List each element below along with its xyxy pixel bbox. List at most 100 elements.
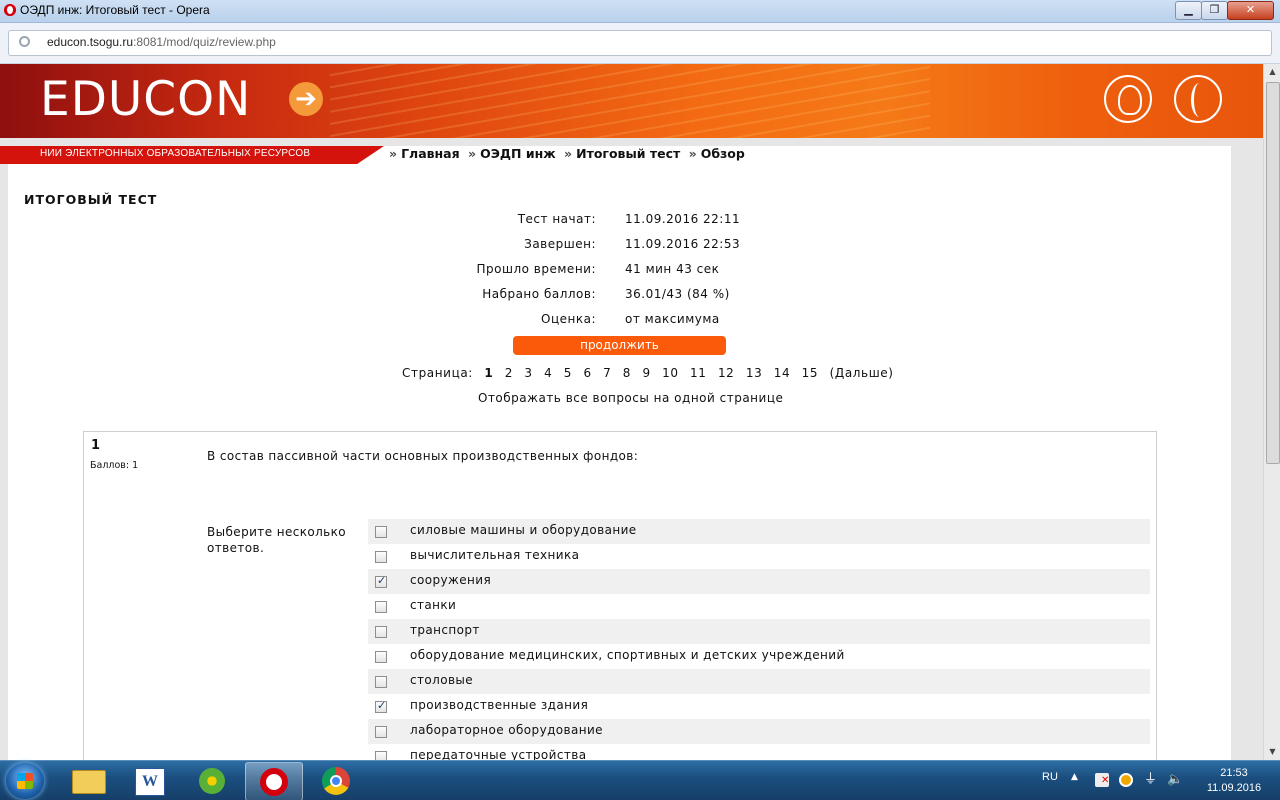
page-link[interactable]: 7 bbox=[603, 366, 611, 380]
summary-label: Набрано баллов: bbox=[482, 287, 596, 301]
answer-checkbox[interactable] bbox=[375, 726, 387, 738]
web-page: EDUCON ➔ НИИ ЭЛЕКТРОННЫХ ОБРАЗОВАТЕЛЬНЫХ… bbox=[0, 64, 1263, 760]
answer-option[interactable]: лабораторное оборудование bbox=[368, 719, 1150, 744]
page-link[interactable]: 10 bbox=[662, 366, 678, 380]
summary-value: 41 мин 43 сек bbox=[625, 262, 720, 276]
answer-option[interactable]: сооружения bbox=[368, 569, 1150, 594]
page-link[interactable]: 4 bbox=[544, 366, 552, 380]
globe-icon bbox=[19, 36, 30, 47]
answer-checkbox[interactable] bbox=[375, 676, 387, 688]
breadcrumb-separator: » bbox=[389, 146, 398, 161]
breadcrumb-course[interactable]: ОЭДП инж bbox=[480, 146, 556, 161]
scroll-up-arrow-icon[interactable]: ▲ bbox=[1264, 64, 1280, 80]
clock-date: 11.09.2016 bbox=[1206, 782, 1262, 794]
taskbar-icq[interactable] bbox=[183, 762, 239, 799]
page-link[interactable]: 13 bbox=[746, 366, 762, 380]
answer-checkbox[interactable] bbox=[375, 551, 387, 563]
answer-option[interactable]: станки bbox=[368, 594, 1150, 619]
page-link[interactable]: 2 bbox=[505, 366, 513, 380]
page-link[interactable]: 6 bbox=[583, 366, 591, 380]
summary-value: 36.01/43 (84 %) bbox=[625, 287, 730, 301]
answer-text: производственные здания bbox=[410, 698, 589, 712]
power-plug-icon[interactable]: ⏚ bbox=[1144, 773, 1158, 787]
answer-option[interactable]: передаточные устройства bbox=[368, 744, 1150, 760]
summary-label: Тест начат: bbox=[517, 212, 596, 226]
breadcrumb-separator: » bbox=[688, 146, 697, 161]
chrome-icon bbox=[322, 767, 350, 795]
system-clock[interactable]: 21:53 11.09.2016 bbox=[1200, 766, 1268, 796]
answer-checkbox[interactable] bbox=[375, 526, 387, 538]
summary-row-started: Тест начат: 11.09.2016 22:11 bbox=[0, 212, 1263, 228]
page-link[interactable]: 3 bbox=[524, 366, 532, 380]
clock-time: 21:53 bbox=[1220, 767, 1248, 779]
show-all-questions-link[interactable]: Отображать все вопросы на одной странице bbox=[478, 391, 783, 405]
breadcrumb-separator: » bbox=[468, 146, 477, 161]
answer-text: транспорт bbox=[410, 623, 480, 637]
action-center-flag-icon[interactable] bbox=[1095, 773, 1109, 787]
answer-checkbox[interactable] bbox=[375, 574, 387, 588]
answer-checkbox[interactable] bbox=[375, 626, 387, 638]
maximize-button[interactable]: ❐ bbox=[1201, 1, 1228, 20]
folder-icon bbox=[72, 770, 106, 794]
breadcrumb-review: Обзор bbox=[700, 146, 745, 161]
page-current: 1 bbox=[484, 366, 494, 380]
scroll-down-arrow-icon[interactable]: ▼ bbox=[1264, 744, 1280, 760]
banner-decoration bbox=[330, 64, 930, 138]
breadcrumb-quiz[interactable]: Итоговый тест bbox=[576, 146, 680, 161]
institute-name: НИИ ЭЛЕКТРОННЫХ ОБРАЗОВАТЕЛЬНЫХ РЕСУРСОВ bbox=[40, 148, 311, 159]
page-link[interactable]: 12 bbox=[718, 366, 734, 380]
answer-checkbox[interactable] bbox=[375, 651, 387, 663]
page-next-link[interactable]: (Дальше) bbox=[830, 366, 894, 380]
site-banner: EDUCON ➔ bbox=[0, 64, 1263, 138]
continue-button[interactable]: продолжить bbox=[513, 336, 726, 355]
address-bar: educon.tsogu.ru:8081/mod/quiz/review.php bbox=[0, 23, 1280, 64]
page-link[interactable]: 8 bbox=[623, 366, 631, 380]
answer-checkbox[interactable] bbox=[375, 751, 387, 760]
answer-option[interactable]: силовые машины и оборудование bbox=[368, 519, 1150, 544]
summary-label: Оценка: bbox=[541, 312, 596, 326]
page-link[interactable]: 11 bbox=[690, 366, 706, 380]
answer-option[interactable]: столовые bbox=[368, 669, 1150, 694]
answer-checkbox[interactable] bbox=[375, 601, 387, 613]
educon-logo[interactable]: EDUCON bbox=[40, 72, 251, 127]
answer-option[interactable]: транспорт bbox=[368, 619, 1150, 644]
window-title-bar[interactable]: ОЭДП инж: Итоговый тест - Opera ▁ ❐ ✕ bbox=[0, 0, 1280, 23]
taskbar-word[interactable]: W bbox=[121, 762, 177, 799]
page-link[interactable]: 9 bbox=[642, 366, 650, 380]
taskbar-explorer[interactable] bbox=[60, 762, 116, 799]
breadcrumb-home[interactable]: Главная bbox=[401, 146, 460, 161]
taskbar-chrome[interactable] bbox=[308, 762, 364, 799]
window-title: ОЭДП инж: Итоговый тест - Opera bbox=[20, 3, 210, 17]
url-text: educon.tsogu.ru:8081/mod/quiz/review.php bbox=[47, 35, 276, 49]
answer-prompt: Выберите несколько ответов. bbox=[207, 525, 347, 555]
opera-logo-icon bbox=[4, 4, 16, 16]
answer-checkbox[interactable] bbox=[375, 699, 387, 713]
taskbar-opera[interactable] bbox=[245, 762, 303, 800]
volume-icon[interactable]: 🔈 bbox=[1167, 773, 1183, 787]
url-field[interactable]: educon.tsogu.ru:8081/mod/quiz/review.php bbox=[8, 30, 1272, 56]
opera-icon bbox=[260, 768, 288, 796]
flame-emblem-icon bbox=[1174, 75, 1222, 123]
start-button[interactable] bbox=[6, 763, 44, 799]
answer-text: передаточные устройства bbox=[410, 748, 587, 760]
answer-option[interactable]: вычислительная техника bbox=[368, 544, 1150, 569]
question-number: 1 bbox=[91, 438, 101, 453]
logo-arrow-icon: ➔ bbox=[289, 82, 323, 116]
minimize-button[interactable]: ▁ bbox=[1175, 1, 1202, 20]
word-icon: W bbox=[135, 768, 165, 796]
page-link[interactable]: 14 bbox=[774, 366, 790, 380]
language-indicator[interactable]: RU bbox=[1042, 771, 1058, 783]
url-host: educon.tsogu.ru bbox=[47, 35, 134, 49]
scroll-thumb[interactable] bbox=[1266, 82, 1280, 464]
page-link[interactable]: 5 bbox=[564, 366, 572, 380]
tray-app-icon[interactable] bbox=[1119, 773, 1133, 787]
icq-flower-icon bbox=[199, 768, 225, 794]
close-button[interactable]: ✕ bbox=[1227, 1, 1274, 20]
summary-value: от максимума bbox=[625, 312, 720, 326]
page-link[interactable]: 15 bbox=[802, 366, 818, 380]
answer-option[interactable]: оборудование медицинских, спортивных и д… bbox=[368, 644, 1150, 669]
page-scrollbar[interactable]: ▲ ▼ bbox=[1263, 64, 1280, 760]
question-text: В состав пассивной части основных произв… bbox=[207, 449, 639, 463]
answer-option[interactable]: производственные здания bbox=[368, 694, 1150, 719]
show-hidden-icons-icon[interactable]: ▲ bbox=[1071, 772, 1078, 782]
